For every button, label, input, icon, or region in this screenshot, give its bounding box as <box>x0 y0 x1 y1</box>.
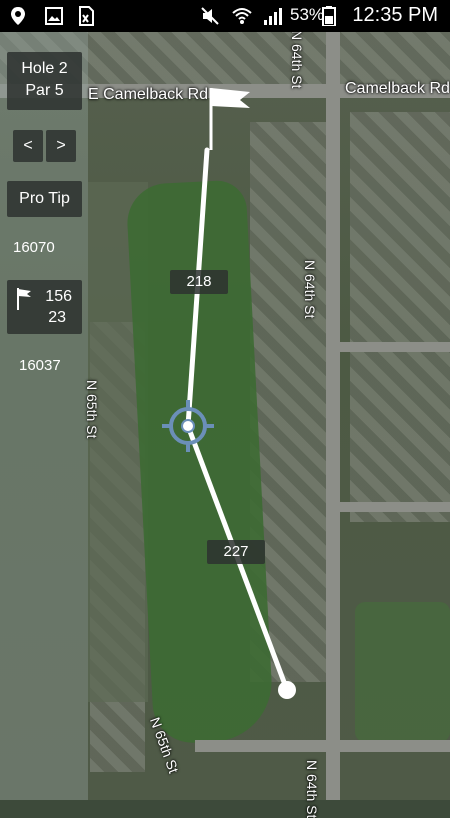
location-icon <box>11 7 25 25</box>
previous-hole-button[interactable]: < <box>13 130 43 162</box>
distance-label-lower: 227 <box>207 540 265 564</box>
flag-distance-primary: 156 <box>45 288 72 305</box>
flag-distance-secondary: 23 <box>48 309 66 326</box>
shot-overlay <box>162 88 296 699</box>
signal-icon <box>264 8 282 25</box>
flag-distance-box: 156 23 <box>7 280 82 334</box>
target-reticle-icon[interactable] <box>162 400 214 452</box>
mute-icon <box>201 7 219 25</box>
status-bar: 53% 12:35 PM <box>0 0 450 32</box>
wifi-icon <box>232 8 252 24</box>
pro-tip-button[interactable]: Pro Tip <box>7 181 82 217</box>
ball-position-marker[interactable] <box>278 681 296 699</box>
hole-number: Hole 2 <box>21 60 68 77</box>
flag-icon <box>17 288 31 310</box>
excel-file-icon <box>79 6 94 26</box>
pin-flag-icon[interactable] <box>209 88 250 150</box>
distance-label-upper: 218 <box>170 270 228 294</box>
battery-icon <box>322 6 336 26</box>
hole-info-box[interactable]: Hole 2 Par 5 <box>7 52 82 110</box>
image-icon <box>45 7 63 25</box>
clock: 12:35 PM <box>352 4 438 26</box>
battery-percent: 53% <box>290 5 325 24</box>
stat-value-top: 16070 <box>13 239 55 256</box>
stat-value-bottom: 16037 <box>19 357 61 374</box>
next-hole-button[interactable]: > <box>46 130 76 162</box>
hole-par: Par 5 <box>25 82 64 99</box>
